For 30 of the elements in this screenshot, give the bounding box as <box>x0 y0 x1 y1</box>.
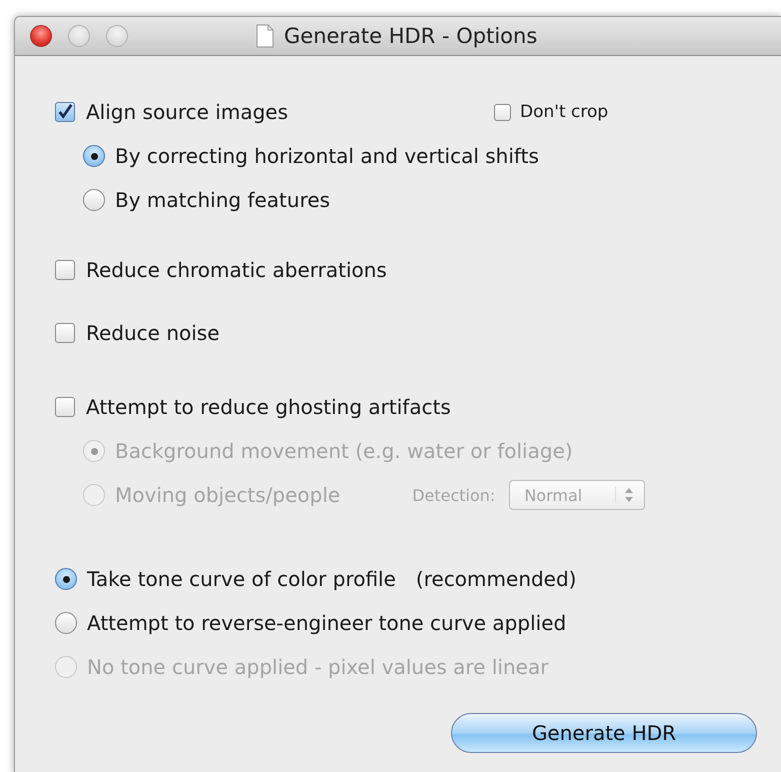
checkbox[interactable] <box>494 104 512 120</box>
checkbox[interactable] <box>55 323 75 343</box>
stepper-arrows-icon <box>615 487 634 503</box>
radio-button[interactable] <box>55 612 77 634</box>
option-label: Align source images <box>86 100 288 124</box>
checkbox[interactable] <box>55 397 75 417</box>
checkbox[interactable] <box>55 102 75 122</box>
option-note: (recommended) <box>416 567 576 591</box>
option-label: Attempt to reduce ghosting artifacts <box>86 395 451 419</box>
option-label: Take tone curve of color profile <box>87 567 396 591</box>
checkbox[interactable] <box>55 260 75 280</box>
detection-label: Detection: <box>412 486 496 504</box>
radio-button[interactable] <box>55 568 77 590</box>
generate-button[interactable]: Generate HDR <box>451 713 757 753</box>
option-label: By matching features <box>115 188 330 212</box>
option-label: Moving objects/people <box>115 483 340 507</box>
close-button[interactable] <box>30 25 52 47</box>
window-title: Generate HDR - Options <box>284 24 538 48</box>
radio-button[interactable] <box>83 145 105 167</box>
option-label: Background movement (e.g. water or foliage) <box>115 439 573 463</box>
option-label: Reduce noise <box>86 321 220 345</box>
minimize-button[interactable] <box>68 25 90 47</box>
option-label: By correcting horizontal and vertical shifts <box>115 144 539 168</box>
radio-button[interactable] <box>83 189 105 211</box>
option-label: Attempt to reverse-engineer tone curve applied <box>87 611 566 635</box>
zoom-button[interactable] <box>106 25 128 47</box>
document-icon <box>256 24 274 48</box>
option-label: Reduce chromatic aberrations <box>86 258 387 282</box>
option-label: No tone curve applied - pixel values are linear <box>87 655 548 679</box>
option-label: Don't crop <box>520 102 608 122</box>
